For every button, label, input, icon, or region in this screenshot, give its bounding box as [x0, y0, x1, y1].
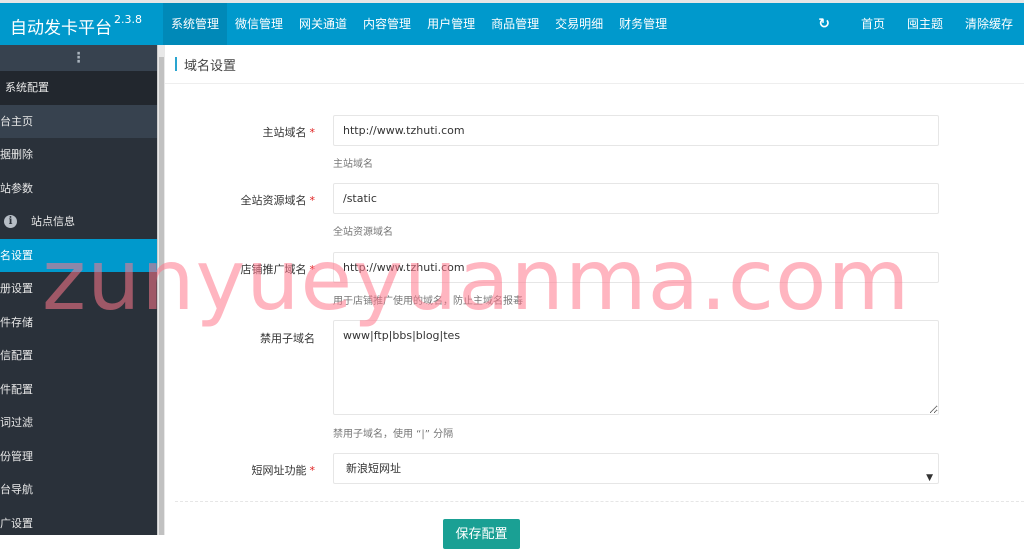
nav-transaction-details[interactable]: 交易明细: [547, 3, 611, 45]
version-badge: 2.3.8: [114, 13, 142, 26]
brand-name: 自动发卡平台: [10, 18, 112, 39]
nav-finance-management[interactable]: 财务管理: [611, 3, 675, 45]
shop-domain-input[interactable]: [333, 252, 939, 283]
sidebar-item-file-storage[interactable]: 件存储: [0, 306, 157, 340]
nav-product-management[interactable]: 商品管理: [483, 3, 547, 45]
banned-subdomains-label: 禁用子域名: [260, 330, 315, 346]
sidebar-scrollbar[interactable]: [157, 45, 165, 535]
nav-theme[interactable]: 囤主题: [896, 3, 954, 45]
main-nav: 系统管理 微信管理 网关通道 内容管理 用户管理 商品管理 交易明细 财务管理: [163, 3, 675, 45]
banned-subdomains-help: 禁用子域名，使用 “|” 分隔: [333, 429, 454, 440]
sidebar-item-site-params[interactable]: 站参数: [0, 172, 157, 206]
nav-system-management[interactable]: 系统管理: [163, 3, 228, 45]
sidebar-item-sms-config[interactable]: 信配置: [0, 339, 157, 373]
refresh-icon[interactable]: ↻: [798, 3, 850, 45]
main-domain-help: 主站域名: [333, 159, 373, 170]
main-content: 域名设置 主站域名* 主站域名 全站资源域名* 全站资源域名 店铺推广域名* 用…: [165, 45, 1024, 549]
banned-subdomains-textarea[interactable]: www|ftp|bbs|blog|tes: [333, 320, 939, 415]
brand-logo[interactable]: 自动发卡平台 2.3.8: [0, 3, 163, 45]
main-domain-label: 主站域名 *: [263, 124, 316, 140]
label-text: 短网址功能: [251, 464, 307, 477]
required-mark: *: [309, 263, 316, 276]
sidebar-item-label: 站点信息: [31, 215, 75, 228]
shop-domain-label: 店铺推广域名 *: [241, 261, 316, 277]
label-text: 主站域名: [262, 126, 307, 139]
sidebar-item-promo-settings[interactable]: 广设置: [0, 507, 157, 536]
dropdown-arrow-icon: ▼: [926, 473, 933, 483]
selected-value: 新浪短网址: [346, 462, 401, 475]
top-navbar: 自动发卡平台 2.3.8 系统管理 微信管理 网关通道 内容管理 用户管理 商品管…: [0, 0, 1024, 45]
required-mark: *: [309, 126, 316, 139]
sidebar: ⋮ 系统配置 台主页 据删除 站参数 i 站点信息 名设置 册设置 件存储 信配…: [0, 45, 157, 535]
label-text: 全站资源域名: [240, 194, 307, 207]
clear-cache-button[interactable]: 清除缓存: [954, 3, 1024, 45]
nav-wechat-management[interactable]: 微信管理: [227, 3, 291, 45]
page-title: 域名设置: [184, 58, 237, 74]
required-mark: *: [309, 464, 316, 477]
sidebar-item-word-filter[interactable]: 词过滤: [0, 406, 157, 440]
label-text: 店铺推广域名: [240, 263, 307, 276]
main-domain-input[interactable]: [333, 115, 939, 146]
short-url-label: 短网址功能 *: [252, 462, 316, 478]
sidebar-item-backup-management[interactable]: 份管理: [0, 440, 157, 474]
static-domain-label: 全站资源域名 *: [241, 192, 316, 208]
scrollbar-thumb[interactable]: [159, 57, 164, 535]
sidebar-item-email-config[interactable]: 件配置: [0, 373, 157, 407]
label-text: 禁用子域名: [260, 332, 315, 345]
sidebar-item-site-info[interactable]: i 站点信息: [0, 205, 157, 239]
info-icon: i: [4, 215, 17, 229]
nav-user-management[interactable]: 用户管理: [419, 3, 483, 45]
sidebar-toggle-icon[interactable]: ⋮: [0, 45, 157, 71]
form-divider: [175, 501, 1024, 502]
static-domain-input[interactable]: [333, 183, 939, 214]
nav-content-management[interactable]: 内容管理: [355, 3, 419, 45]
sidebar-item-dashboard[interactable]: 台主页: [0, 104, 157, 138]
sidebar-item-admin-nav[interactable]: 台导航: [0, 473, 157, 507]
sidebar-item-register-settings[interactable]: 册设置: [0, 272, 157, 306]
static-domain-help: 全站资源域名: [333, 227, 393, 238]
nav-home[interactable]: 首页: [850, 3, 896, 45]
save-config-button[interactable]: 保存配置: [443, 519, 520, 549]
required-mark: *: [309, 194, 316, 207]
sidebar-item-data-delete[interactable]: 据删除: [0, 138, 157, 172]
short-url-select[interactable]: 新浪短网址 ▼: [333, 453, 939, 484]
page-header: 域名设置: [165, 45, 1024, 84]
sidebar-group-system-config[interactable]: 系统配置: [0, 71, 157, 105]
shop-domain-help: 用于店铺推广使用的域名，防止主域名报毒: [333, 296, 523, 307]
nav-gateway-channel[interactable]: 网关通道: [291, 3, 355, 45]
title-accent-bar: [175, 57, 177, 71]
sidebar-item-domain-settings[interactable]: 名设置: [0, 238, 157, 272]
nav-right: ↻ 首页 囤主题 清除缓存: [798, 3, 1024, 45]
